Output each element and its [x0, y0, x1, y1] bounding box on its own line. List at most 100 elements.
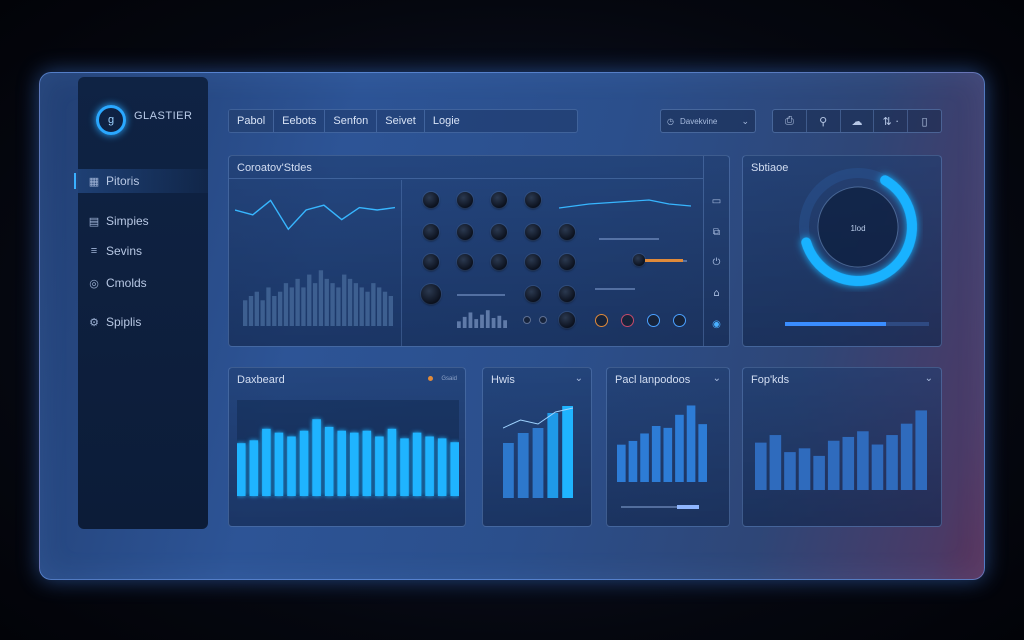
sidebar-item-spiplis[interactable]: ⚙ Spiplis: [78, 310, 208, 334]
bar: [755, 442, 767, 490]
bar: [562, 406, 573, 498]
bar: [532, 428, 544, 498]
tab-seivet[interactable]: Seivet: [377, 110, 425, 132]
cloud-button[interactable]: ☁: [841, 110, 875, 132]
bar: [237, 443, 246, 496]
bar: [243, 300, 248, 326]
bar: [388, 296, 393, 326]
view-select-value: Davekvine: [679, 116, 718, 126]
grid-icon: ▦: [88, 175, 100, 188]
bar: [301, 287, 306, 326]
sidebar-item-simpies[interactable]: ▤ Simpies: [78, 209, 208, 233]
tab-senfon[interactable]: Senfon: [325, 110, 378, 132]
control-knob[interactable]: [525, 254, 541, 270]
bar: [375, 436, 384, 496]
bar: [628, 440, 638, 482]
power-icon[interactable]: ⏻: [713, 257, 721, 268]
chevron-down-icon[interactable]: ⌄: [925, 373, 933, 384]
record-button[interactable]: [595, 314, 608, 327]
control-knob[interactable]: [559, 286, 575, 302]
gear-icon: ⚙: [89, 316, 99, 329]
bar: [254, 291, 259, 326]
control-knob[interactable]: [491, 192, 507, 208]
search-button[interactable]: ⚲: [807, 110, 841, 132]
gauge-label: 1lod: [850, 224, 865, 233]
tab-logie[interactable]: Logie: [425, 110, 468, 132]
view-select[interactable]: ◷ Davekvine ⌄: [660, 109, 756, 133]
control-knob[interactable]: [525, 224, 541, 240]
bar: [377, 287, 382, 326]
toggle-button[interactable]: [539, 316, 547, 324]
record-button[interactable]: [647, 314, 660, 327]
panel-button[interactable]: ▯: [908, 110, 941, 132]
status-gauge: 1lod: [799, 168, 917, 286]
control-knob[interactable]: [525, 192, 541, 208]
slider-track[interactable]: [457, 294, 505, 296]
control-knob[interactable]: [559, 254, 575, 270]
toggle-button[interactable]: [523, 316, 531, 324]
bar: [266, 287, 271, 326]
bar: [324, 278, 329, 326]
sort-button[interactable]: ⇅ ·: [874, 110, 909, 132]
bar: [260, 300, 265, 326]
slider-track[interactable]: [599, 238, 659, 240]
logo-text: GLASTIER: [134, 110, 193, 122]
dashboard-bar-chart: [237, 400, 459, 496]
bar: [307, 274, 312, 326]
bar: [262, 428, 271, 496]
sidebar-item-label: Cmolds: [106, 276, 147, 290]
camera-icon[interactable]: ◉: [712, 319, 721, 330]
sidebar-item-label: Sevins: [106, 244, 143, 258]
bar: [640, 433, 649, 482]
control-knob[interactable]: [559, 224, 575, 240]
bar: [371, 283, 376, 326]
sidebar-item-sevins[interactable]: ≡ Sevins: [78, 239, 208, 263]
progress-fill: [785, 322, 886, 326]
control-knob[interactable]: [559, 312, 575, 328]
bar: [857, 431, 869, 490]
tab-pabol[interactable]: Pabol: [229, 110, 275, 132]
control-knob[interactable]: [457, 224, 473, 240]
bar: [450, 442, 459, 496]
control-knob[interactable]: [457, 192, 473, 208]
tab-eebots[interactable]: Eebots: [274, 110, 326, 132]
bar: [813, 455, 825, 490]
bar: [287, 436, 296, 496]
panel-title: Daxbeard: [237, 374, 285, 386]
bar: [248, 296, 254, 326]
slider-thumb[interactable]: [633, 254, 645, 266]
slider-track[interactable]: [595, 288, 635, 290]
bar: [318, 270, 324, 326]
copy-icon[interactable]: ⧉: [713, 227, 720, 238]
bar: [249, 440, 259, 496]
tag-icon[interactable]: ⌂: [713, 288, 719, 299]
sidebar-item-pitoris[interactable]: ▦ Pitoris: [74, 169, 208, 193]
chevron-down-icon[interactable]: ⌄: [575, 373, 583, 384]
toolbar: ⎙ ⚲ ☁ ⇅ · ▯: [772, 109, 942, 133]
bar: [437, 438, 447, 496]
control-knob[interactable]: [423, 254, 439, 270]
window-icon[interactable]: ▭: [712, 196, 721, 207]
dashboard-window: g GLASTIER ▦ Pitoris ▤ Simpies ≡ Sevins …: [39, 72, 985, 580]
bar: [425, 436, 434, 496]
control-knob[interactable]: [457, 254, 473, 270]
status-panel: Sbtiaoe 1lod: [742, 155, 942, 347]
control-knob[interactable]: [423, 192, 439, 208]
control-knob[interactable]: [421, 284, 441, 304]
logs-bar-chart: [755, 410, 927, 490]
control-knob[interactable]: [491, 254, 507, 270]
bar: [362, 430, 372, 496]
record-button[interactable]: [673, 314, 686, 327]
logo: g GLASTIER: [96, 105, 192, 135]
chevron-down-icon[interactable]: ⌄: [713, 373, 721, 384]
print-button[interactable]: ⎙: [773, 110, 807, 132]
bar: [387, 428, 397, 496]
control-knob[interactable]: [525, 286, 541, 302]
control-knob[interactable]: [423, 224, 439, 240]
control-knob[interactable]: [491, 224, 507, 240]
record-button[interactable]: [621, 314, 634, 327]
legend-label: Gsaid: [441, 376, 457, 382]
dashboard-panel: Daxbeard Gsaid: [228, 367, 466, 527]
bar: [299, 430, 309, 496]
sidebar-item-cmolds[interactable]: ◎ Cmolds: [78, 271, 208, 295]
